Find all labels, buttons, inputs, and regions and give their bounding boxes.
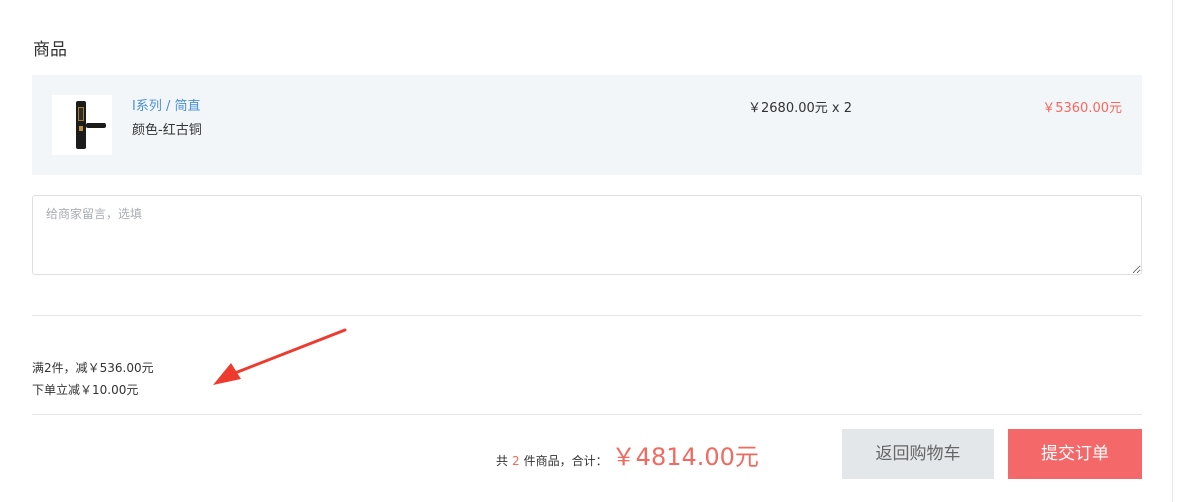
order-summary: 共 2 件商品，合计： ￥4814.00元 [496,437,759,473]
product-name-link[interactable]: I系列 / 简直 [132,95,200,114]
back-to-cart-button[interactable]: 返回购物车 [842,429,994,479]
summary-suffix: 件商品，合计： [523,454,608,468]
lock-keypad-shape [78,107,84,121]
annotation-arrow-icon [213,328,347,385]
summary-item-count: 2 [512,454,520,468]
section-title: 商品 [33,40,67,60]
product-variant: 颜色-红古铜 [132,123,202,138]
order-grand-total: ￥4814.00元 [611,443,759,471]
divider [32,315,1142,316]
promotion-item: 下单立减￥10.00元 [32,383,139,397]
smart-lock-image[interactable] [52,95,112,155]
divider [32,414,1142,415]
product-price-quantity: ￥2680.00元 x 2 [748,101,852,116]
summary-prefix: 共 [496,454,509,468]
page-right-border [1172,0,1173,502]
product-row: I系列 / 简直 颜色-红古铜 ￥2680.00元 x 2 ￥5360.00元 [32,75,1142,175]
submit-order-button[interactable]: 提交订单 [1008,429,1142,479]
product-line-total: ￥5360.00元 [1042,101,1122,116]
promotion-item: 满2件，减￥536.00元 [32,361,154,375]
lock-accent-shape [79,126,83,131]
lock-handle-shape [86,123,106,128]
seller-message-input[interactable] [32,195,1142,275]
order-confirmation-page: 商品 I系列 / 简直 颜色-红古铜 ￥2680.00元 x 2 ￥5360.0… [0,0,1178,502]
